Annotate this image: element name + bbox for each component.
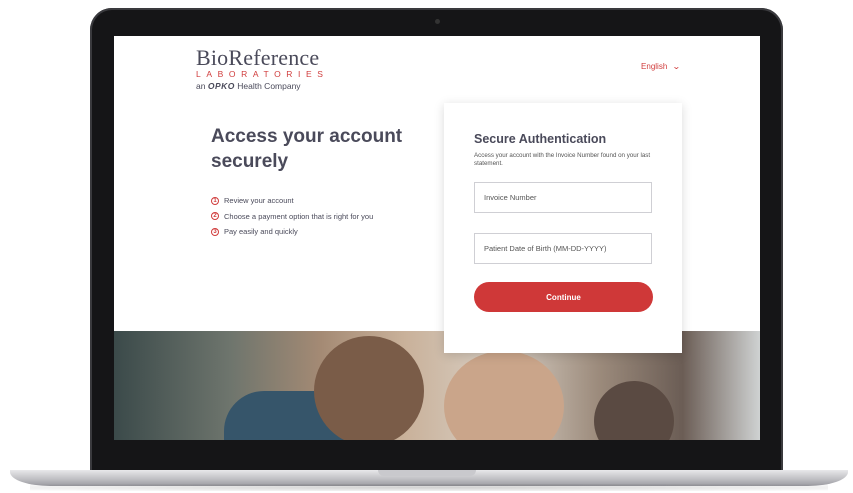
photo-shape [594, 381, 674, 440]
logo-tag-suffix: Health Company [237, 81, 301, 91]
photo-shape [444, 351, 564, 440]
logo-name: BioReference [196, 45, 320, 70]
step-number-icon: 2 [211, 212, 219, 221]
logo-tag-brand: OPKO [207, 81, 235, 91]
language-selector[interactable]: English ⌄ [641, 62, 682, 71]
screen: BioReference LABORATORIES an OPKO Health… [114, 36, 760, 440]
step-number-icon: 3 [211, 227, 219, 236]
photo-shape [314, 336, 424, 440]
logo-tagline: an OPKO Health Company [196, 80, 329, 92]
logo-tag-prefix: an [196, 81, 206, 91]
step-text: Choose a payment option that is right fo… [224, 211, 374, 221]
list-item: 1 Review your account [211, 193, 373, 209]
invoice-number-input[interactable] [474, 182, 652, 213]
list-item: 2 Choose a payment option that is right … [211, 209, 373, 225]
step-text: Pay easily and quickly [224, 227, 298, 237]
chevron-down-icon: ⌄ [672, 62, 682, 71]
steps-list: 1 Review your account 2 Choose a payment… [211, 193, 373, 240]
date-of-birth-input[interactable] [474, 233, 652, 264]
auth-card: Secure Authentication Access your accoun… [444, 103, 682, 353]
auth-description: Access your account with the Invoice Num… [474, 152, 651, 167]
laptop-notch [378, 470, 476, 476]
language-label: English [641, 62, 668, 71]
list-item: 3 Pay easily and quickly [211, 224, 373, 240]
laptop-shadow [30, 484, 828, 491]
continue-button[interactable]: Continue [474, 282, 653, 312]
camera-icon [435, 19, 440, 24]
step-text: Review your account [224, 196, 294, 206]
logo-sub: LABORATORIES [196, 69, 329, 79]
auth-title: Secure Authentication [474, 132, 607, 146]
page-title: Access your account securely [211, 126, 403, 172]
step-number-icon: 1 [211, 196, 219, 205]
brand-logo[interactable]: BioReference LABORATORIES an OPKO Health… [196, 46, 329, 92]
